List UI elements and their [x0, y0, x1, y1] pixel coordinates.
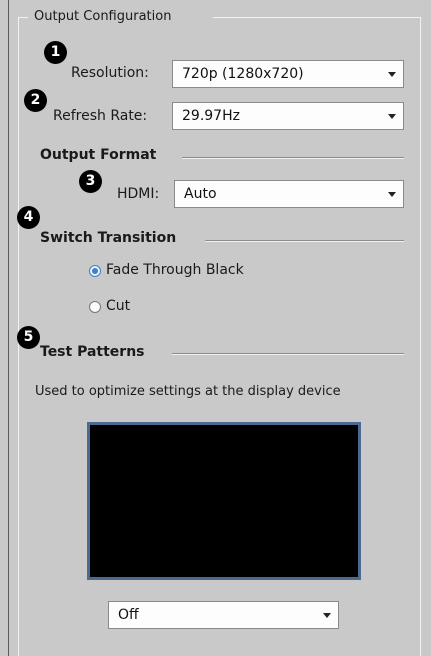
resolution-select[interactable]: 720p (1280x720): [172, 60, 404, 88]
resolution-value: 720p (1280x720): [182, 66, 304, 82]
chevron-down-icon: [388, 192, 396, 197]
refresh-rate-select[interactable]: 29.97Hz: [172, 102, 404, 130]
hdmi-select[interactable]: Auto: [174, 180, 404, 208]
cut-label[interactable]: Cut: [106, 298, 130, 314]
hdmi-label: HDMI:: [117, 186, 160, 202]
resolution-label: Resolution:: [71, 65, 149, 81]
callout-badge-1: 1: [44, 41, 67, 64]
output-format-title: Output Format: [40, 147, 157, 163]
output-format-rule: [182, 157, 404, 159]
hdmi-value: Auto: [184, 186, 217, 202]
test-patterns-description: Used to optimize settings at the display…: [35, 384, 341, 399]
cut-radio[interactable]: [89, 301, 101, 313]
test-pattern-value: Off: [118, 607, 139, 623]
group-title: Output Configuration: [30, 9, 176, 24]
callout-badge-3: 3: [79, 170, 102, 193]
switch-transition-rule: [205, 240, 404, 242]
group-top-left-line: [18, 17, 28, 18]
window-left-border: [8, 0, 9, 656]
chevron-down-icon: [388, 72, 396, 77]
test-patterns-title: Test Patterns: [40, 344, 145, 360]
chevron-down-icon: [388, 114, 396, 119]
fade-through-black-radio[interactable]: [89, 265, 101, 277]
test-pattern-preview: [87, 422, 361, 580]
callout-badge-2: 2: [24, 89, 47, 112]
callout-badge-5: 5: [17, 326, 40, 349]
test-pattern-select[interactable]: Off: [108, 601, 339, 629]
group-top-right-line: [213, 17, 420, 18]
chevron-down-icon: [323, 613, 331, 618]
refresh-rate-label: Refresh Rate:: [53, 108, 148, 124]
fade-through-black-label[interactable]: Fade Through Black: [106, 262, 244, 278]
switch-transition-title: Switch Transition: [40, 230, 177, 246]
radio-selected-dot: [92, 268, 98, 274]
callout-badge-4: 4: [17, 206, 40, 229]
refresh-rate-value: 29.97Hz: [182, 108, 240, 124]
test-patterns-rule: [172, 353, 404, 355]
group-right-line: [420, 17, 421, 656]
